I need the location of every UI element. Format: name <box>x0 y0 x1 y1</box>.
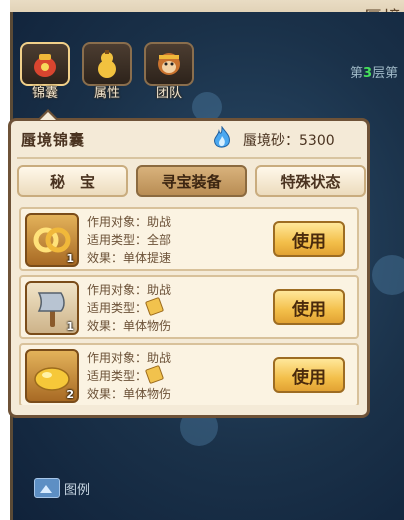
tab-treasure-equipment[interactable]: 寻宝装备 <box>136 165 247 197</box>
use-button[interactable]: 使用 <box>273 221 345 257</box>
tab-pouch[interactable]: 锦囊 <box>20 42 70 101</box>
gauntlet-icon <box>144 364 165 385</box>
tab-team[interactable]: 团队 <box>144 42 194 101</box>
divider <box>17 157 361 159</box>
pouch-icon <box>20 42 70 86</box>
blue-flame-icon <box>214 126 230 148</box>
subtabs: 秘 宝 寻宝装备 特殊状态 <box>17 165 366 197</box>
item-type: 适用类型：全部 <box>87 233 172 247</box>
legend-label: 图例 <box>64 482 91 498</box>
gold-rings-icon: 1 <box>25 213 79 267</box>
monkey-icon <box>144 42 194 86</box>
item-count: 2 <box>66 388 74 401</box>
item-type-row: 适用类型： <box>87 296 165 317</box>
item-target: 作用对象：助战 <box>87 283 172 297</box>
item-type-row: 适用类型： <box>87 364 165 385</box>
item-type: 适用类型： <box>87 301 148 315</box>
tab-secret-treasure[interactable]: 秘 宝 <box>17 165 128 197</box>
list-item: 1 作用对象：助战 适用类型： 效果：单体物伤 使用 <box>19 275 359 339</box>
item-target: 作用对象：助战 <box>87 351 172 365</box>
game-screen: 蜃境 第3层第 图例 锦囊 属性 团队 <box>0 0 404 520</box>
item-count: 1 <box>66 252 74 265</box>
tab-special-status[interactable]: 特殊状态 <box>255 165 366 197</box>
picture-icon <box>34 478 60 498</box>
list-item: 2 作用对象：助战 适用类型： 效果：单体物伤 使用 <box>19 343 359 405</box>
top-tabs: 锦囊 属性 团队 <box>20 42 194 101</box>
item-count: 1 <box>66 320 74 333</box>
panel-title: 蜃境锦囊 <box>21 131 86 149</box>
pouch-panel: 蜃境锦囊 蜃境砂：5300 秘 宝 寻宝装备 特殊状态 1 作用对象：助战 适用… <box>8 112 370 418</box>
item-type: 适用类型： <box>87 369 148 383</box>
item-target: 作用对象：助战 <box>87 215 172 229</box>
gauntlet-icon <box>144 296 165 317</box>
map-legend-button[interactable]: 图例 <box>34 478 90 498</box>
item-effect: 效果：单体提速 <box>87 251 172 265</box>
panel-header: 蜃境锦囊 蜃境砂：5300 <box>11 121 367 157</box>
tab-pouch-label: 锦囊 <box>31 86 58 101</box>
use-button[interactable]: 使用 <box>273 289 345 325</box>
gold-nugget-icon: 2 <box>25 349 79 403</box>
map-node[interactable] <box>372 255 404 295</box>
use-button[interactable]: 使用 <box>273 357 345 393</box>
gourd-icon <box>82 42 132 86</box>
panel-pointer-inner <box>40 112 56 120</box>
list-item: 1 作用对象：助战 适用类型：全部 效果：单体提速 使用 <box>19 207 359 271</box>
tab-attributes-label: 属性 <box>93 86 120 101</box>
sand-balance: 蜃境砂：5300 <box>243 133 335 149</box>
axe-icon: 1 <box>25 281 79 335</box>
item-effect: 效果：单体物伤 <box>87 387 172 401</box>
tab-team-label: 团队 <box>155 86 182 101</box>
floor-indicator: 第3层第 <box>350 66 399 81</box>
item-list[interactable]: 1 作用对象：助战 适用类型：全部 效果：单体提速 使用 1 作用对象：助战 适… <box>19 207 359 405</box>
item-effect: 效果：单体物伤 <box>87 319 172 333</box>
tab-attributes[interactable]: 属性 <box>82 42 132 101</box>
